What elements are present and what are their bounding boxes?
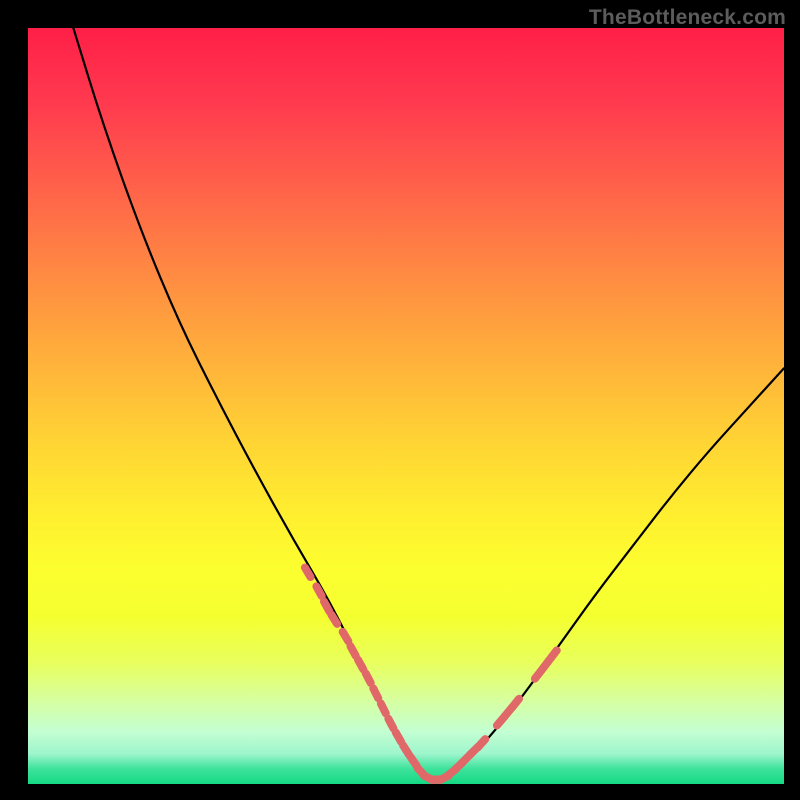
overlay-dot [343, 632, 349, 641]
overlay-dot [331, 615, 337, 624]
v-curve [73, 28, 784, 780]
overlay-dot [324, 602, 329, 612]
overlay-dot [550, 650, 557, 659]
curve-layer [28, 28, 784, 784]
watermark-text: TheBottleneck.com [589, 6, 786, 30]
overlay-dot [403, 745, 409, 754]
overlay-dot [373, 688, 378, 698]
overlay-dot [316, 586, 321, 596]
overlay-dot [381, 703, 386, 713]
plot-area [28, 28, 784, 784]
overlay-dot [396, 732, 401, 742]
overlay-dot [350, 646, 355, 656]
overlay-dot [358, 660, 363, 670]
overlay-dot [388, 719, 393, 729]
overlay-dots [305, 568, 557, 781]
overlay-dot [305, 568, 311, 577]
overlay-dot [366, 673, 371, 683]
overlay-dot [478, 739, 485, 747]
overlay-dot [512, 699, 519, 708]
chart-stage: TheBottleneck.com [0, 0, 800, 800]
